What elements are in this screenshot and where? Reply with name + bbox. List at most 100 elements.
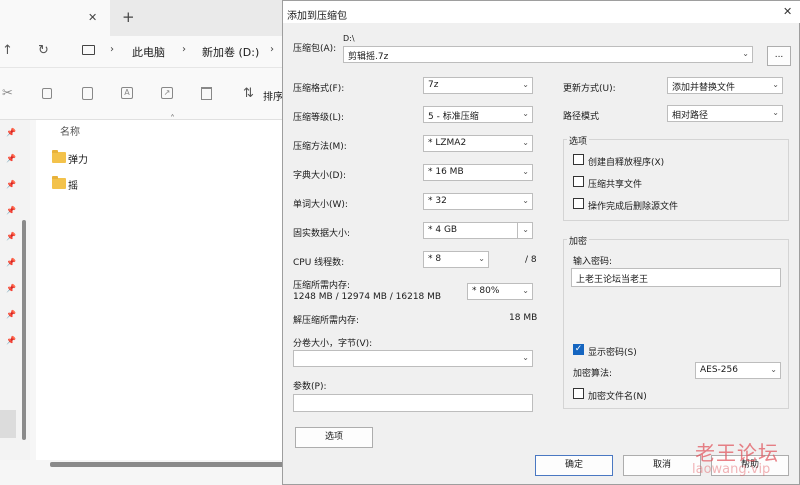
split-volume-combo[interactable]: ⌄ bbox=[293, 350, 533, 367]
horizontal-scrollbar[interactable] bbox=[50, 462, 290, 467]
format-label: 压缩格式(F): bbox=[293, 84, 345, 94]
pin-icon: 📌 bbox=[6, 180, 16, 189]
chevron-down-icon: ⌄ bbox=[522, 353, 529, 362]
sfx-checkbox[interactable] bbox=[573, 154, 584, 165]
this-pc-icon bbox=[82, 45, 95, 55]
breadcrumb-this-pc[interactable]: 此电脑 bbox=[132, 44, 165, 60]
share-icon[interactable]: ↗ bbox=[161, 87, 173, 99]
cpu-threads-total: / 8 bbox=[525, 255, 537, 265]
show-password-checkbox[interactable]: ✓ bbox=[573, 344, 584, 355]
chevron-down-icon: ⌄ bbox=[522, 109, 529, 118]
encryption-method-combo[interactable]: AES-256 ⌄ bbox=[695, 362, 781, 379]
shared-files-label[interactable]: 压缩共享文件 bbox=[588, 177, 642, 190]
update-mode-combo[interactable]: 添加并替换文件 ⌄ bbox=[667, 77, 783, 94]
word-size-combo[interactable]: * 32 ⌄ bbox=[423, 193, 533, 210]
refresh-icon[interactable]: ↻ bbox=[38, 43, 49, 58]
encrypt-names-label[interactable]: 加密文件名(N) bbox=[588, 389, 647, 402]
new-tab-icon[interactable]: + bbox=[122, 8, 135, 26]
cpu-threads-value: * 8 bbox=[428, 254, 442, 264]
paste-icon[interactable] bbox=[82, 87, 93, 100]
password-label: 输入密码: bbox=[573, 257, 613, 267]
navigation-bar: ↑ ↻ › 此电脑 › 新加卷 (D:) › bbox=[0, 36, 290, 68]
cut-icon[interactable]: ✂ bbox=[2, 86, 13, 101]
list-item[interactable]: 摇 bbox=[50, 176, 250, 192]
sort-icon[interactable]: ⇅ bbox=[243, 86, 254, 101]
dictionary-combo[interactable]: * 16 MB ⌄ bbox=[423, 164, 533, 181]
watermark-url: laowang.vip bbox=[692, 462, 771, 477]
delete-after-label[interactable]: 操作完成后删除源文件 bbox=[588, 199, 678, 212]
cpu-threads-combo[interactable]: * 8 ⌄ bbox=[423, 251, 489, 268]
archive-path: D:\ bbox=[343, 34, 355, 43]
format-value: 7z bbox=[428, 80, 439, 90]
cancel-button[interactable]: 取消 bbox=[623, 455, 701, 476]
dictionary-label: 字典大小(D): bbox=[293, 171, 346, 181]
options-group-title: 选项 bbox=[567, 134, 590, 147]
rename-icon[interactable]: A bbox=[121, 87, 133, 99]
format-combo[interactable]: 7z ⌄ bbox=[423, 77, 533, 94]
tab-bar: ✕ + bbox=[0, 0, 290, 36]
path-mode-combo[interactable]: 相对路径 ⌄ bbox=[667, 105, 783, 122]
combo-divider bbox=[517, 222, 518, 239]
file-explorer-window: ✕ + ↑ ↻ › 此电脑 › 新加卷 (D:) › ✂ A ↗ ⇅ 排序 📌 … bbox=[0, 0, 290, 485]
dialog-titlebar: 添加到压缩包 ✕ bbox=[283, 1, 800, 23]
breadcrumb-drive-d[interactable]: 新加卷 (D:) bbox=[202, 44, 259, 60]
path-mode-value: 相对路径 bbox=[672, 111, 709, 121]
cpu-threads-label: CPU 线程数: bbox=[293, 258, 345, 268]
chevron-down-icon: ⌄ bbox=[772, 80, 779, 89]
sort-caret-icon: ˄ bbox=[170, 114, 175, 125]
sidebar-scrollbar[interactable] bbox=[22, 220, 26, 440]
list-item[interactable]: 弹力 bbox=[50, 150, 250, 166]
column-header-name[interactable]: 名称 bbox=[60, 123, 80, 138]
word-size-label: 单词大小(W): bbox=[293, 200, 348, 210]
archive-name-combo[interactable]: 剪辑摇.7z ⌄ bbox=[343, 46, 753, 63]
level-combo[interactable]: 5 - 标准压缩 ⌄ bbox=[423, 106, 533, 123]
path-mode-label: 路径模式 bbox=[563, 112, 600, 122]
password-input[interactable]: 上老王论坛当老王 bbox=[571, 268, 781, 287]
tab-close-icon[interactable]: ✕ bbox=[88, 11, 97, 24]
memory-percent-combo[interactable]: * 80% ⌄ bbox=[467, 283, 533, 300]
encrypt-names-checkbox[interactable] bbox=[573, 388, 584, 399]
folder-icon bbox=[52, 176, 66, 189]
pin-icon: 📌 bbox=[6, 336, 16, 345]
split-volume-label: 分卷大小，字节(V): bbox=[293, 339, 373, 349]
delete-icon[interactable] bbox=[201, 87, 212, 100]
selected-nav-item[interactable] bbox=[0, 410, 16, 438]
show-password-label[interactable]: 显示密码(S) bbox=[588, 345, 637, 358]
solid-block-combo[interactable]: * 4 GB ⌄ bbox=[423, 222, 533, 239]
memory-percent-value: * 80% bbox=[472, 286, 500, 296]
breadcrumb-chevron-icon: › bbox=[110, 44, 114, 55]
delete-after-checkbox[interactable] bbox=[573, 198, 584, 209]
chevron-down-icon: ⌄ bbox=[522, 225, 529, 234]
method-value: * LZMA2 bbox=[428, 138, 467, 148]
chevron-down-icon: ⌄ bbox=[772, 108, 779, 117]
browse-button[interactable]: ... bbox=[767, 46, 791, 66]
folder-icon bbox=[52, 150, 66, 163]
shared-files-checkbox[interactable] bbox=[573, 176, 584, 187]
sfx-label[interactable]: 创建自释放程序(X) bbox=[588, 155, 664, 168]
up-arrow-icon[interactable]: ↑ bbox=[2, 43, 13, 58]
pin-icon: 📌 bbox=[6, 128, 16, 137]
decompress-memory-value: 18 MB bbox=[509, 313, 538, 323]
method-combo[interactable]: * LZMA2 ⌄ bbox=[423, 135, 533, 152]
pin-icon: 📌 bbox=[6, 232, 16, 241]
options-button[interactable]: 选项 bbox=[295, 427, 373, 448]
copy-icon[interactable] bbox=[42, 88, 52, 99]
chevron-down-icon: ⌄ bbox=[770, 365, 777, 374]
breadcrumb-chevron-icon: › bbox=[182, 44, 186, 55]
ok-button[interactable]: 确定 bbox=[535, 455, 613, 476]
chevron-down-icon: ⌄ bbox=[478, 254, 485, 263]
compress-memory-label: 压缩所需内存: bbox=[293, 281, 351, 291]
chevron-down-icon: ⌄ bbox=[522, 286, 529, 295]
level-label: 压缩等级(L): bbox=[293, 113, 345, 123]
update-mode-value: 添加并替换文件 bbox=[672, 83, 736, 93]
command-bar: ✂ A ↗ ⇅ 排序 bbox=[0, 68, 290, 120]
pin-icon: 📌 bbox=[6, 154, 16, 163]
sort-label[interactable]: 排序 bbox=[263, 88, 283, 103]
chevron-down-icon: ⌄ bbox=[522, 80, 529, 89]
method-label: 压缩方法(M): bbox=[293, 142, 347, 152]
pin-icon: 📌 bbox=[6, 284, 16, 293]
file-name: 弹力 bbox=[68, 155, 88, 166]
parameters-input[interactable] bbox=[293, 394, 533, 412]
solid-block-label: 固实数据大小: bbox=[293, 229, 351, 239]
close-icon[interactable]: ✕ bbox=[783, 5, 792, 18]
